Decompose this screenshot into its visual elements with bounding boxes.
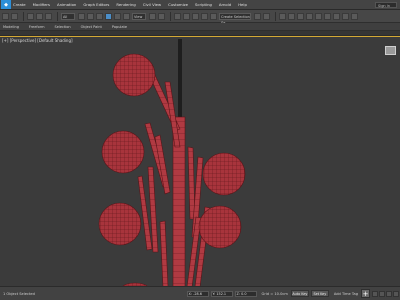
menu-create[interactable]: Create <box>13 2 26 7</box>
sphere <box>198 205 242 249</box>
bind-space-warp-icon[interactable] <box>45 12 52 20</box>
rendered-frame-window-icon[interactable] <box>342 12 349 20</box>
edit-named-selection-icon[interactable] <box>210 12 217 20</box>
menu-animation[interactable]: Animation <box>57 2 76 7</box>
ribbon-tabs: Modeling Freeform Selection Object Paint… <box>0 23 400 31</box>
toolbar-divider <box>275 11 276 21</box>
render-setup-icon[interactable] <box>333 12 340 20</box>
select-and-move-icon[interactable] <box>105 12 112 20</box>
auto-key-button[interactable]: Auto Key <box>290 290 309 297</box>
add-time-tag-link[interactable]: Add Time Tag <box>334 292 358 296</box>
sphere <box>112 53 156 97</box>
coord-x-field[interactable]: X: -28.6 <box>186 290 209 297</box>
select-and-scale-icon[interactable] <box>123 12 130 20</box>
scene-explorer-icon[interactable] <box>279 12 286 20</box>
menu-civil-view[interactable]: Civil View <box>143 2 161 7</box>
add-key-button[interactable]: + <box>361 289 370 298</box>
app-logo-icon[interactable]: ◆ <box>1 0 11 9</box>
menu-help[interactable]: Help <box>238 2 247 7</box>
select-and-rotate-icon[interactable] <box>114 12 121 20</box>
branch <box>159 220 169 287</box>
pole-top <box>178 39 182 119</box>
menu-scripting[interactable]: Scripting <box>195 2 212 7</box>
schematic-view-icon[interactable] <box>315 12 322 20</box>
coord-z-field[interactable]: Z: 0.0 <box>234 290 257 297</box>
toolbar-divider <box>170 11 171 21</box>
selection-status: 1 Object Selected <box>3 291 35 296</box>
link-icon[interactable] <box>27 12 34 20</box>
material-editor-icon[interactable] <box>324 12 331 20</box>
snaps-toggle-icon[interactable] <box>174 12 181 20</box>
sphere <box>98 202 142 246</box>
select-by-name-icon[interactable] <box>87 12 94 20</box>
maximize-viewport-icon[interactable] <box>393 290 399 297</box>
layer-explorer-icon[interactable] <box>288 12 295 20</box>
named-selection-dropdown[interactable]: Create Selection Se <box>219 12 251 25</box>
reference-coordinate-dropdown[interactable]: View <box>132 12 146 20</box>
align-icon[interactable] <box>263 12 270 20</box>
tab-selection[interactable]: Selection <box>55 25 71 29</box>
sphere <box>202 152 246 196</box>
tab-freeform[interactable]: Freeform <box>29 25 45 29</box>
sphere <box>101 130 145 174</box>
coord-y-field[interactable]: Y: 152.1 <box>210 290 233 297</box>
tab-modeling[interactable]: Modeling <box>3 25 19 29</box>
main-toolbar: All View Create Selection Se <box>0 10 400 25</box>
spinner-snap-icon[interactable] <box>201 12 208 20</box>
menu-bar: ◆ Create Modifiers Animation Graph Edito… <box>0 0 400 10</box>
rectangular-selection-icon[interactable] <box>96 12 103 20</box>
menu-customize[interactable]: Customize <box>168 2 188 7</box>
set-key-button[interactable]: Set Key <box>310 290 329 297</box>
zoom-icon[interactable] <box>372 290 378 297</box>
angle-snap-icon[interactable] <box>183 12 190 20</box>
menu-arnold[interactable]: Arnold <box>219 2 231 7</box>
mirror-icon[interactable] <box>254 12 261 20</box>
pan-icon[interactable] <box>386 290 392 297</box>
sign-in-field[interactable]: Sign in <box>375 1 397 8</box>
render-production-icon[interactable] <box>351 12 358 20</box>
manipulate-icon[interactable] <box>158 12 165 20</box>
spheres <box>98 53 246 287</box>
menu-modifiers[interactable]: Modifiers <box>33 2 50 7</box>
tab-populate[interactable]: Populate <box>112 25 127 29</box>
model-render <box>98 39 246 287</box>
pivot-center-icon[interactable] <box>149 12 156 20</box>
perspective-viewport[interactable]: [+] [Perspective] [Default Shading] <box>0 36 400 287</box>
orbit-icon[interactable] <box>379 290 385 297</box>
curve-editor-icon[interactable] <box>306 12 313 20</box>
undo-icon[interactable] <box>2 12 9 20</box>
redo-icon[interactable] <box>11 12 18 20</box>
ribbon-toggle-icon[interactable] <box>297 12 304 20</box>
menu-rendering[interactable]: Rendering <box>116 2 135 7</box>
status-bar: 1 Object Selected X: -28.6 Y: 152.1 Z: 0… <box>0 286 400 300</box>
percent-snap-icon[interactable] <box>192 12 199 20</box>
select-object-icon[interactable] <box>78 12 85 20</box>
menu-graph-editors[interactable]: Graph Editors <box>83 2 109 7</box>
toolbar-divider <box>57 11 58 21</box>
selection-filter-dropdown[interactable]: All <box>61 12 75 20</box>
toolbar-divider <box>23 11 24 21</box>
unlink-icon[interactable] <box>36 12 43 20</box>
grid-status: Grid = 10.0cm <box>261 291 288 296</box>
tab-object-paint[interactable]: Object Paint <box>81 25 102 29</box>
